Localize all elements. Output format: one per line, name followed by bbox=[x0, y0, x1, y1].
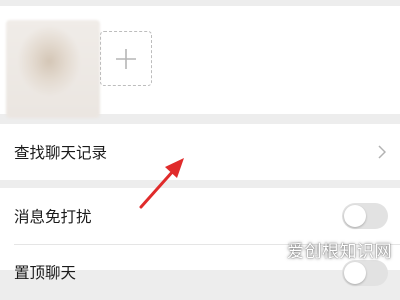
pin-chat-toggle[interactable] bbox=[342, 260, 388, 286]
search-chat-history-label: 查找聊天记录 bbox=[14, 144, 108, 162]
plus-icon bbox=[116, 48, 136, 69]
member-avatar[interactable] bbox=[6, 20, 100, 118]
mute-notifications-label: 消息免打扰 bbox=[14, 208, 92, 226]
pin-chat-label: 置顶聊天 bbox=[14, 264, 77, 282]
add-member-button[interactable] bbox=[100, 31, 152, 86]
toggle-knob bbox=[344, 262, 366, 284]
chevron-right-icon bbox=[378, 145, 386, 159]
watermark: 爱创根知识网 bbox=[287, 242, 392, 262]
search-chat-history-row[interactable]: 查找聊天记录 bbox=[0, 124, 400, 180]
chat-members-section bbox=[0, 6, 400, 118]
mute-notifications-row: 消息免打扰 bbox=[0, 188, 400, 244]
mute-notifications-toggle[interactable] bbox=[342, 203, 388, 229]
toggle-knob bbox=[344, 205, 366, 227]
